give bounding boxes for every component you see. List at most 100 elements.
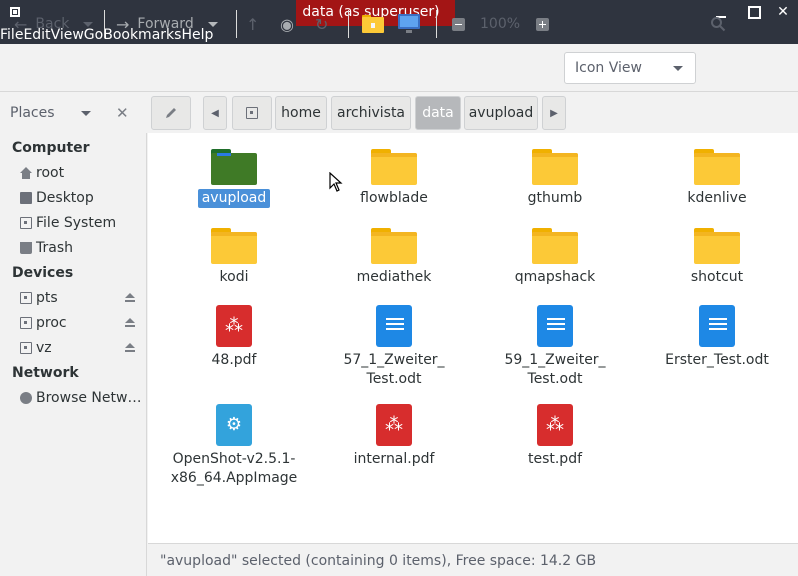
computer-icon bbox=[398, 14, 420, 33]
sidebar-heading-devices: Devices bbox=[12, 265, 74, 281]
places-label: Places bbox=[10, 105, 55, 121]
up-button[interactable]: ↑ bbox=[246, 8, 267, 40]
file-item-kdenlive[interactable]: kdenlive bbox=[637, 149, 797, 208]
zoom-in-icon[interactable] bbox=[536, 18, 549, 31]
file-label-line1: 57_1_Zweiter_ bbox=[343, 352, 445, 368]
path-scroll-left-button[interactable]: ◀ bbox=[203, 96, 227, 130]
status-text: "avupload" selected (containing 0 items)… bbox=[160, 553, 597, 569]
path-segment-home[interactable]: home bbox=[275, 96, 327, 130]
path-segment-avupload[interactable]: avupload bbox=[464, 96, 538, 130]
eject-icon[interactable] bbox=[124, 293, 136, 303]
file-item-48-pdf[interactable]: ⁂ 48.pdf bbox=[154, 305, 314, 370]
file-label: internal.pdf bbox=[353, 451, 435, 467]
path-root-button[interactable] bbox=[232, 96, 272, 130]
file-label: shotcut bbox=[690, 269, 744, 285]
sidebar-item-trash[interactable]: Trash bbox=[20, 237, 145, 259]
sidebar-item-label: root bbox=[36, 165, 65, 181]
chevron-down-icon bbox=[673, 66, 683, 71]
gear-icon: ⚙ bbox=[216, 404, 252, 446]
folder-icon bbox=[371, 228, 417, 264]
computer-button[interactable] bbox=[397, 8, 421, 40]
path-segment-label: data bbox=[422, 105, 454, 121]
search-button[interactable] bbox=[710, 8, 726, 40]
sidebar-item-root[interactable]: root bbox=[20, 162, 145, 184]
file-icon-view[interactable]: avupload flowblade gthumb kdenlive kodi … bbox=[148, 133, 798, 543]
file-item-mediathek[interactable]: mediathek bbox=[314, 228, 474, 287]
file-label-line2: Test.odt bbox=[366, 371, 422, 387]
path-segment-label: home bbox=[281, 105, 321, 121]
home-folder-button[interactable] bbox=[362, 8, 384, 40]
view-mode-value: Icon View bbox=[575, 60, 642, 76]
path-scroll-right-button[interactable]: ▶ bbox=[542, 96, 566, 130]
folder-icon bbox=[532, 228, 578, 264]
toolbar-separator bbox=[436, 10, 437, 38]
file-label-line2: x86_64.AppImage bbox=[170, 470, 298, 486]
search-icon bbox=[711, 17, 726, 32]
eject-icon[interactable] bbox=[124, 343, 136, 353]
file-item-avupload[interactable]: avupload bbox=[154, 149, 314, 208]
sidebar-item-file-system[interactable]: File System bbox=[20, 212, 145, 234]
file-item-57-zweiter-test[interactable]: 57_1_Zweiter_ Test.odt bbox=[314, 305, 474, 389]
forward-button[interactable]: → Forward bbox=[116, 8, 218, 40]
stop-icon: ◉ bbox=[280, 14, 294, 34]
file-label: avupload bbox=[197, 189, 271, 208]
close-icon[interactable]: ✕ bbox=[772, 2, 794, 22]
eject-icon[interactable] bbox=[124, 318, 136, 328]
sidebar-item-label: proc bbox=[36, 315, 67, 331]
arrow-up-icon: ↑ bbox=[246, 14, 260, 34]
toolbar-separator bbox=[236, 10, 237, 38]
file-label: mediathek bbox=[356, 269, 432, 285]
chevron-left-icon: ◀ bbox=[211, 107, 219, 119]
file-label-line1: OpenShot-v2.5.1- bbox=[172, 451, 296, 467]
file-item-shotcut[interactable]: shotcut bbox=[637, 228, 797, 287]
file-item-kodi[interactable]: kodi bbox=[154, 228, 314, 287]
reload-button[interactable]: ↻ bbox=[315, 8, 336, 40]
sidebar-item-browse-network[interactable]: Browse Netw… bbox=[20, 387, 145, 409]
file-item-erster-test[interactable]: Erster_Test.odt bbox=[637, 305, 797, 370]
sidebar-item-desktop[interactable]: Desktop bbox=[20, 187, 145, 209]
file-item-test-pdf[interactable]: ⁂ test.pdf bbox=[475, 404, 635, 469]
home-icon bbox=[20, 167, 32, 179]
arrow-right-icon: → bbox=[116, 14, 130, 34]
forward-history-dropdown-icon[interactable] bbox=[207, 21, 218, 27]
places-dropdown-icon[interactable] bbox=[81, 111, 91, 116]
stop-button[interactable]: ◉ bbox=[280, 8, 302, 40]
view-mode-select[interactable]: Icon View bbox=[564, 52, 696, 84]
file-label: qmapshack bbox=[514, 269, 596, 285]
chevron-right-icon: ▶ bbox=[550, 107, 558, 119]
network-icon bbox=[20, 392, 32, 404]
document-icon bbox=[699, 305, 735, 347]
drive-icon bbox=[20, 342, 32, 354]
edit-location-button[interactable] bbox=[151, 96, 191, 130]
sidebar-item-label: vz bbox=[36, 340, 52, 356]
file-item-openshot-appimage[interactable]: ⚙ OpenShot-v2.5.1- x86_64.AppImage bbox=[154, 404, 314, 488]
reload-icon: ↻ bbox=[315, 14, 329, 34]
drive-icon bbox=[20, 292, 32, 304]
sidebar-item-label: Browse Netw… bbox=[36, 390, 142, 406]
document-icon bbox=[376, 305, 412, 347]
folder-icon bbox=[211, 149, 257, 185]
file-item-qmapshack[interactable]: qmapshack bbox=[475, 228, 635, 287]
drive-icon bbox=[20, 317, 32, 329]
file-item-internal-pdf[interactable]: ⁂ internal.pdf bbox=[314, 404, 474, 469]
desktop-icon bbox=[20, 192, 32, 204]
sidebar-heading-network: Network bbox=[12, 365, 79, 381]
mouse-cursor-icon bbox=[329, 172, 343, 192]
zoom-out-icon[interactable] bbox=[452, 18, 465, 31]
file-label: Erster_Test.odt bbox=[665, 352, 769, 368]
file-item-59-zweiter-test[interactable]: 59_1_Zweiter_ Test.odt bbox=[475, 305, 635, 389]
file-label-line2: Test.odt bbox=[527, 371, 583, 387]
sidebar-heading-computer: Computer bbox=[12, 140, 90, 156]
maximize-icon[interactable] bbox=[742, 2, 764, 22]
status-bar: "avupload" selected (containing 0 items)… bbox=[148, 543, 798, 576]
path-segment-archivista[interactable]: archivista bbox=[331, 96, 411, 130]
path-segment-label: archivista bbox=[336, 105, 406, 121]
pdf-icon: ⁂ bbox=[216, 305, 252, 347]
sidebar-item-label: pts bbox=[36, 290, 58, 306]
path-segment-data[interactable]: data bbox=[415, 96, 461, 130]
close-sidebar-icon[interactable]: ✕ bbox=[116, 104, 129, 122]
pdf-icon: ⁂ bbox=[537, 404, 573, 446]
file-item-gthumb[interactable]: gthumb bbox=[475, 149, 635, 208]
back-history-dropdown-icon[interactable] bbox=[83, 21, 94, 27]
back-button[interactable]: ← Back bbox=[14, 8, 94, 40]
